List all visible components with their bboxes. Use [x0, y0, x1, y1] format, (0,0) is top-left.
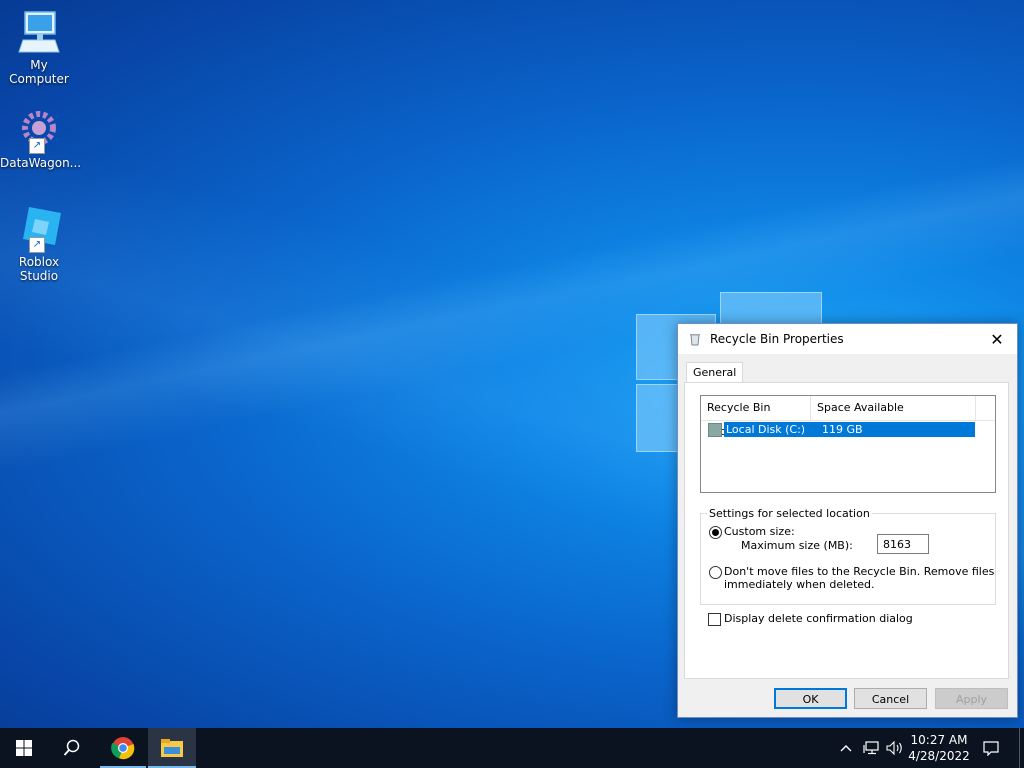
max-size-label: Maximum size (MB): — [741, 539, 853, 552]
roblox-studio-icon: ↗ — [15, 205, 63, 253]
desktop-icon-roblox-studio[interactable]: ↗ Roblox Studio — [0, 205, 78, 283]
desktop-icon-label: My Computer — [9, 58, 69, 86]
file-explorer-icon — [161, 739, 183, 757]
notification-icon — [983, 741, 999, 756]
start-button[interactable] — [0, 728, 48, 768]
cancel-button[interactable]: Cancel — [854, 688, 927, 709]
confirm-dialog-checkbox[interactable] — [708, 613, 721, 626]
dialog-title: Recycle Bin Properties — [710, 332, 844, 346]
drive-icon — [708, 423, 722, 437]
confirm-dialog-label: Display delete confirmation dialog — [724, 612, 913, 625]
chevron-up-icon — [840, 745, 852, 752]
list-item-selection: Local Disk (C:) 119 GB — [724, 422, 975, 437]
column-header-location[interactable]: Recycle Bin Location — [701, 396, 811, 438]
volume-button[interactable] — [884, 728, 906, 768]
clock-date: 4/28/2022 — [908, 749, 970, 763]
show-hidden-icons-button[interactable] — [836, 728, 856, 768]
ok-button[interactable]: OK — [774, 688, 847, 709]
desktop-icon-datawagon[interactable]: ↗ DataWagon... — [0, 106, 82, 170]
search-icon — [63, 739, 80, 756]
show-desktop-button[interactable] — [1019, 728, 1024, 768]
network-button[interactable] — [860, 728, 882, 768]
space-cell: 119 GB — [822, 423, 863, 436]
custom-size-label: Custom size: — [724, 525, 795, 538]
computer-icon — [15, 8, 63, 56]
dont-move-label-line1: Don't move files to the Recycle Bin. Rem… — [724, 565, 995, 578]
clock-time: 10:27 AM — [910, 733, 968, 747]
list-header: Recycle Bin Location Space Available — [701, 396, 995, 438]
column-header-space[interactable]: Space Available — [811, 396, 976, 420]
shortcut-arrow-icon: ↗ — [29, 237, 45, 253]
start-icon — [16, 740, 32, 756]
desktop-icon-label: DataWagon... — [0, 156, 82, 170]
dont-move-radio[interactable] — [709, 566, 722, 579]
desktop-icon-my-computer[interactable]: My Computer — [0, 8, 78, 86]
taskbar-chrome[interactable] — [100, 728, 146, 768]
max-size-input[interactable]: 8163 — [877, 534, 929, 554]
tab-panel-general: Recycle Bin Location Space Available Loc… — [684, 382, 1009, 679]
search-button[interactable] — [48, 728, 96, 768]
location-cell: Local Disk (C:) — [726, 423, 806, 436]
settings-group-label: Settings for selected location — [707, 507, 872, 520]
settings-group: Settings for selected location Custom si… — [700, 507, 996, 605]
shortcut-arrow-icon: ↗ — [29, 138, 45, 154]
close-button[interactable]: ✕ — [977, 324, 1017, 354]
desktop-icon-label: Roblox Studio — [18, 255, 60, 283]
taskbar-file-explorer[interactable] — [148, 728, 196, 768]
custom-size-radio[interactable] — [709, 526, 722, 539]
location-list[interactable]: Recycle Bin Location Space Available Loc… — [700, 395, 996, 493]
list-item-local-disk[interactable]: Local Disk (C:) 119 GB — [707, 422, 975, 437]
dialog-titlebar[interactable]: Recycle Bin Properties ✕ — [678, 324, 1017, 354]
dont-move-label-line2: immediately when deleted. — [724, 578, 875, 591]
action-center-button[interactable] — [980, 728, 1002, 768]
recycle-bin-icon — [690, 334, 700, 346]
clock-button[interactable]: 10:27 AM 4/28/2022 — [908, 728, 970, 768]
chrome-icon — [111, 737, 135, 760]
volume-icon — [886, 741, 902, 755]
taskbar: 10:27 AM 4/28/2022 — [0, 728, 1024, 768]
recycle-bin-properties-dialog: Recycle Bin Properties ✕ General Recycle… — [677, 323, 1018, 718]
datawagon-icon: ↗ — [15, 106, 63, 154]
close-icon: ✕ — [990, 329, 1004, 349]
tab-general[interactable]: General — [686, 362, 744, 383]
apply-button[interactable]: Apply — [935, 688, 1008, 709]
network-icon — [863, 741, 879, 755]
